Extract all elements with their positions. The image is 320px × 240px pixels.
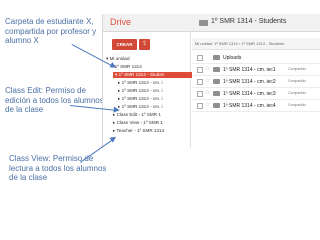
folder-icon (213, 55, 220, 60)
row-shared: Compartido (288, 103, 307, 107)
tree-item-student-4[interactable]: ▸ 1º SMR 1314 - cm. i (118, 104, 190, 110)
checkbox[interactable] (197, 91, 203, 97)
star-icon[interactable]: ☆ (205, 101, 210, 108)
row-name[interactable]: 1º SMR 1314 - cm. iec2 (223, 79, 276, 85)
tree-item-smr1314[interactable]: ▾ 1º SMR 1314 (111, 64, 189, 70)
annotation-student-folder: Carpeta de estudiante X, compartida por … (5, 17, 97, 45)
tree-item-class-edit[interactable]: ▸ Class Edit - 1º SMR 1 (113, 112, 190, 118)
tree-item-students[interactable]: ▾ 1º SMR 1314 - Studen (113, 72, 192, 78)
drive-topbar: Drive 1º SMR 1314 - Students (103, 14, 320, 32)
drive-logo-text[interactable]: Drive (110, 17, 131, 27)
star-icon[interactable]: ☆ (205, 77, 210, 84)
star-icon[interactable]: ☆ (205, 65, 210, 72)
folder-icon (199, 20, 208, 26)
header-path[interactable]: 1º SMR 1314 › 1º SMR 1314 - Students (214, 41, 284, 46)
checkbox[interactable] (197, 55, 203, 61)
checkbox[interactable] (197, 79, 203, 85)
tree-item-class-view[interactable]: ▸ Class View - 1º SMR 1 (113, 120, 190, 126)
create-button[interactable]: CREAR (112, 39, 137, 50)
shared-folder-icon (213, 91, 220, 96)
checkbox[interactable] (197, 67, 203, 73)
list-header: Mi unidad 1º SMR 1314 › 1º SMR 1314 - St… (192, 38, 320, 50)
row-shared: Compartido (288, 91, 307, 95)
shared-folder-icon (213, 79, 220, 84)
annotation-class-edit: Class Edit: Permiso de edición a todos l… (5, 86, 104, 114)
breadcrumb[interactable]: 1º SMR 1314 - Students (211, 18, 286, 25)
row-name[interactable]: 1º SMR 1314 - cm. iec1 (223, 67, 276, 73)
uploads-label[interactable]: Uploads (223, 55, 241, 61)
table-row[interactable]: ☆ 1º SMR 1314 - cm. iec4 Compartido (192, 100, 320, 112)
header-mi-unidad[interactable]: Mi unidad (195, 41, 212, 46)
shared-folder-icon (213, 67, 220, 72)
row-shared: Compartido (288, 67, 307, 71)
checkbox[interactable] (197, 103, 203, 109)
row-name[interactable]: 1º SMR 1314 - cm. iec3 (223, 91, 276, 97)
upload-icon[interactable]: ⇪ (139, 39, 150, 50)
uploads-row[interactable]: Uploads (192, 52, 320, 64)
annotation-class-view: Class View: Permiso de lectura a todos l… (9, 154, 107, 182)
tree-item-student-2[interactable]: ▸ 1º SMR 1314 - cm. i (118, 88, 190, 94)
row-shared: Compartido (288, 79, 307, 83)
tree-item-student-3[interactable]: ▸ 1º SMR 1314 - cm. i (118, 96, 190, 102)
drive-screenshot: Drive 1º SMR 1314 - Students CREAR ⇪ Mi … (102, 14, 320, 148)
table-row[interactable]: ☆ 1º SMR 1314 - cm. iec2 Compartido (192, 76, 320, 88)
tree-item-student-1[interactable]: ▸ 1º SMR 1314 - cm. i (118, 80, 190, 86)
sidebar-divider (190, 31, 191, 148)
table-row[interactable]: ☆ 1º SMR 1314 - cm. iec1 Compartido (192, 64, 320, 76)
star-icon[interactable]: ☆ (205, 89, 210, 96)
tree-item-teacher[interactable]: ▸ Teacher - 1º SMR 1314 (113, 128, 190, 134)
row-name[interactable]: 1º SMR 1314 - cm. iec4 (223, 103, 276, 109)
shared-folder-icon (213, 103, 220, 108)
table-row[interactable]: ☆ 1º SMR 1314 - cm. iec3 Compartido (192, 88, 320, 100)
tree-item-mi-unidad[interactable]: ▾ Mi unidad (106, 56, 186, 62)
